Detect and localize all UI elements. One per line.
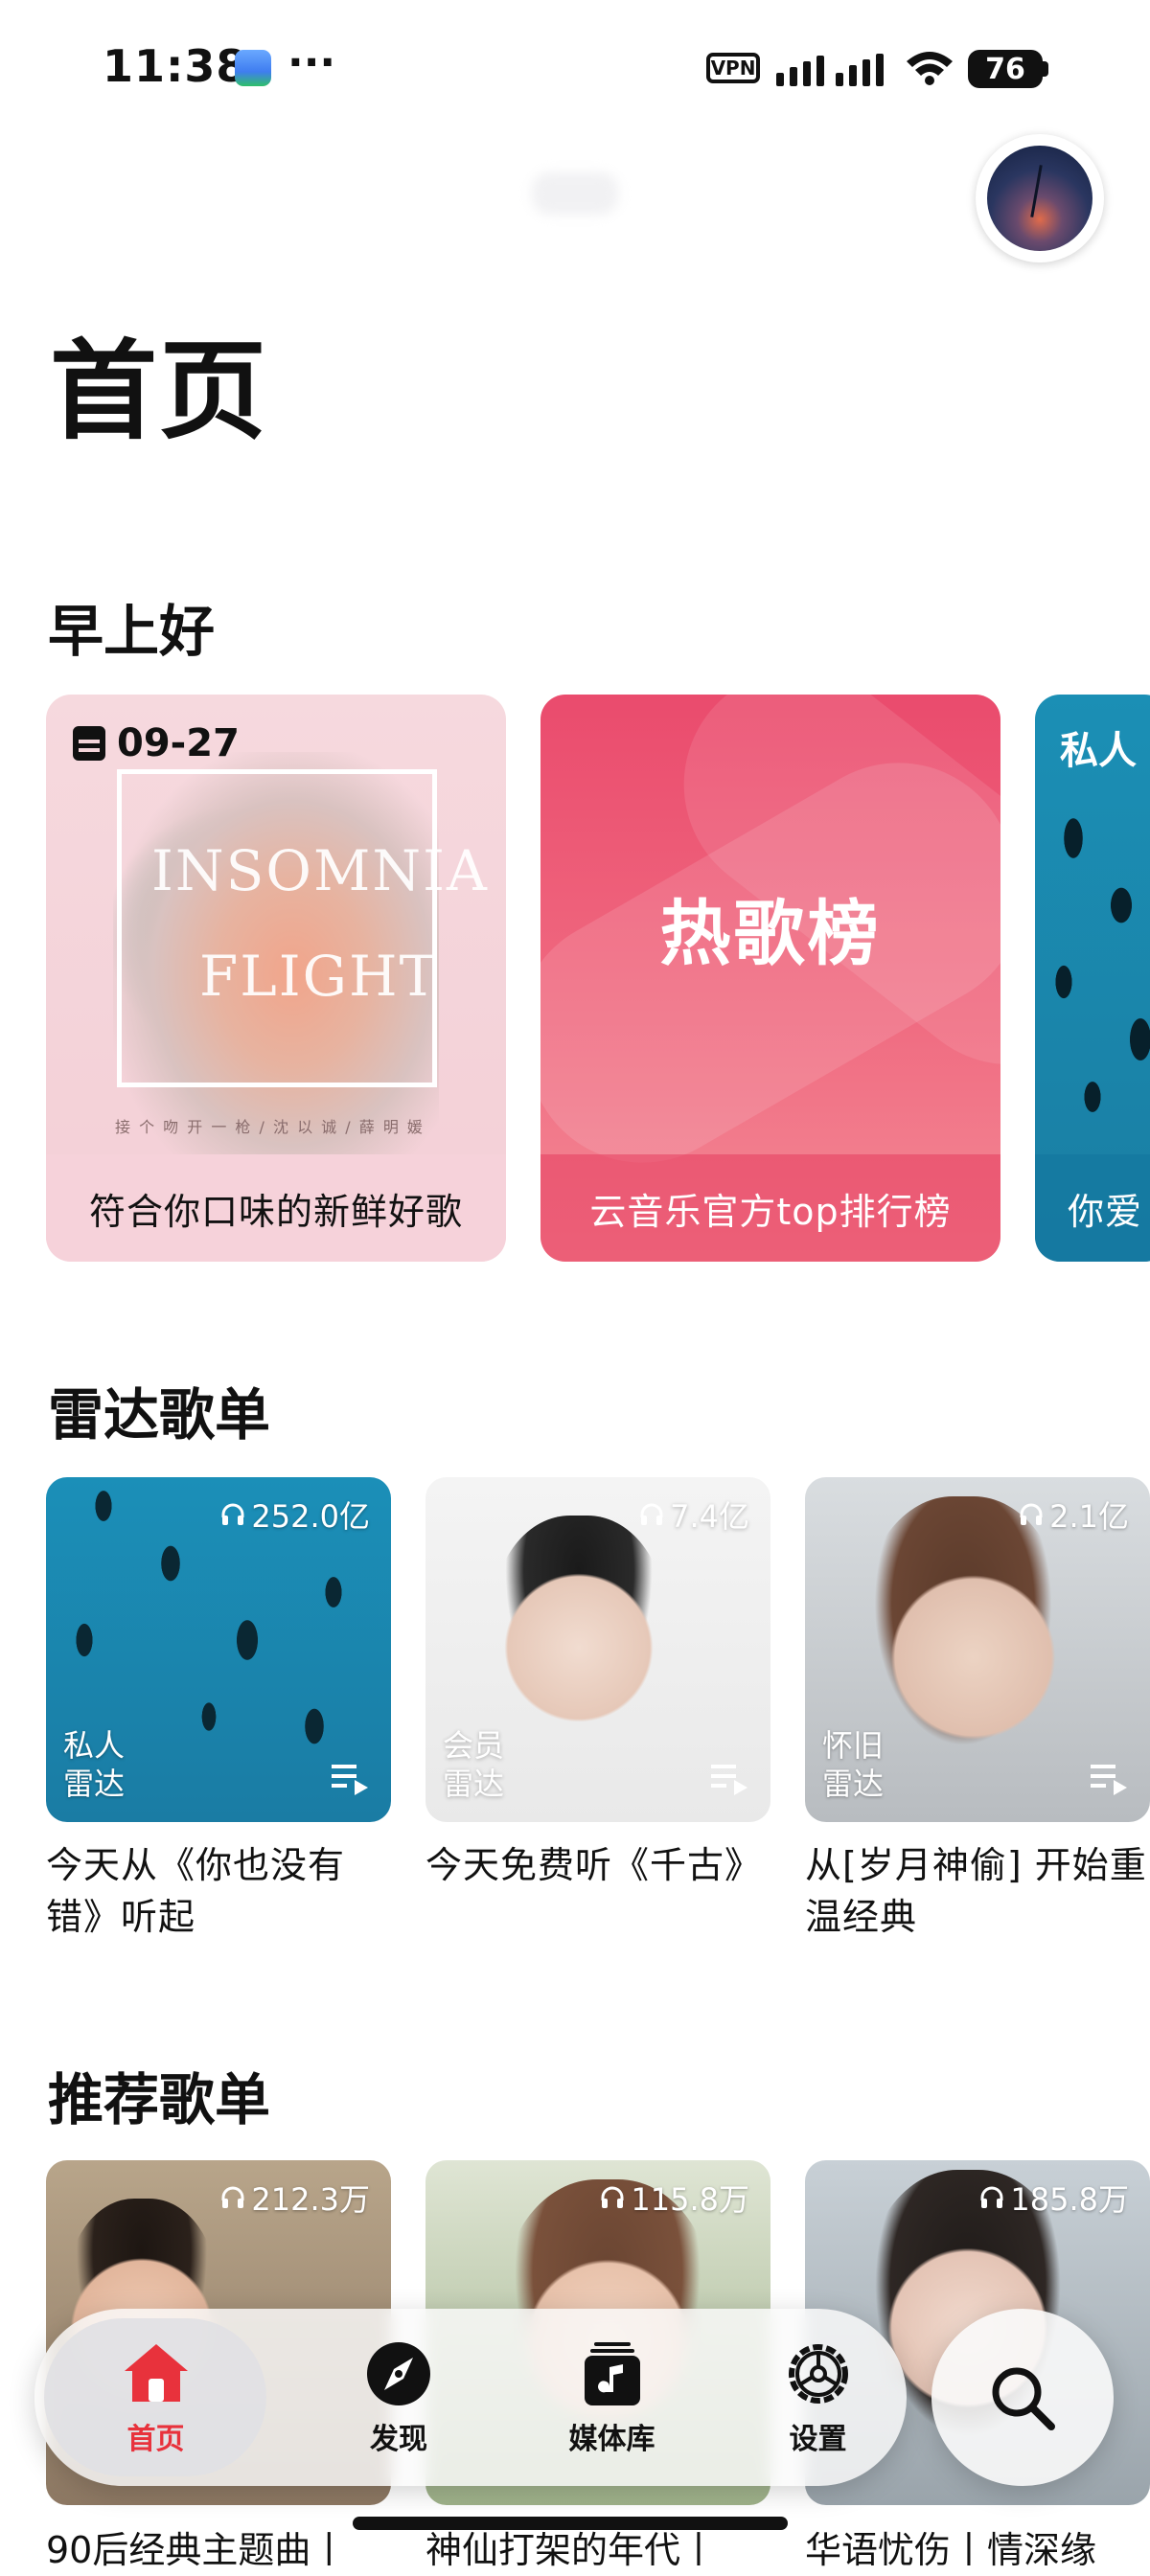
- play-count-text: 252.0亿: [251, 1498, 370, 1535]
- headphones-icon: [640, 1503, 663, 1525]
- greeting-title: 早上好: [48, 599, 216, 664]
- gear-icon: [788, 2343, 848, 2404]
- battery-icon: 76: [968, 50, 1043, 88]
- calendar-icon: [73, 726, 105, 761]
- radar-label: 会员 雷达: [443, 1726, 504, 1803]
- tab-library-label: 媒体库: [568, 2422, 656, 2456]
- play-count-text: 212.3万: [251, 2181, 370, 2218]
- tab-settings-label: 设置: [789, 2422, 847, 2456]
- recommended-caption[interactable]: 华语忧伤丨情深缘: [805, 2524, 1150, 2576]
- radar-playlist-private[interactable]: 252.0亿 私人 雷达: [46, 1477, 391, 1822]
- daily-recommend-card[interactable]: INSOMNIA FLIGHT 接 个 吻 开 一 枪 / 沈 以 诚 / 薛 …: [46, 695, 506, 1262]
- play-count: 185.8万: [979, 2176, 1129, 2220]
- radar-label: 私人 雷达: [63, 1726, 125, 1803]
- tab-library[interactable]: 媒体库: [528, 2309, 696, 2486]
- more-notifications-icon: ···: [288, 38, 336, 87]
- album-art-word: FLIGHT: [199, 944, 439, 1009]
- notification-app-icon: [235, 50, 271, 86]
- compass-icon: [367, 2341, 430, 2405]
- tab-discover[interactable]: 发现: [322, 2309, 475, 2486]
- home-indicator[interactable]: [353, 2517, 788, 2530]
- headphones-icon: [980, 2186, 1003, 2208]
- radar-playlist-nostalgic[interactable]: 2.1亿 怀旧 雷达: [805, 1477, 1150, 1822]
- radar-label: 怀旧 雷达: [822, 1726, 884, 1803]
- card-tag: 私人: [1060, 729, 1137, 773]
- status-time: 11:38: [103, 40, 248, 92]
- play-count: 2.1亿: [1019, 1493, 1129, 1537]
- radar-label-line2: 雷达: [443, 1766, 505, 1802]
- playlist-icon[interactable]: [332, 1763, 370, 1795]
- album-art-credit: 接 个 吻 开 一 枪 / 沈 以 诚 / 薛 明 媛: [115, 1118, 425, 1136]
- tab-settings[interactable]: 设置: [744, 2309, 892, 2486]
- wifi-icon: [907, 52, 953, 85]
- hot-chart-title: 热歌榜: [659, 893, 882, 975]
- header-blurred-title: [532, 172, 618, 215]
- radar-label-line1: 怀旧: [822, 1727, 885, 1764]
- page-title: 首页: [50, 330, 268, 454]
- radar-label-line2: 雷达: [822, 1766, 885, 1802]
- play-count-text: 115.8万: [631, 2181, 749, 2218]
- radar-title: 雷达歌单: [48, 1382, 271, 1448]
- card-caption: 云音乐官方top排行榜: [540, 1154, 1000, 1262]
- tab-discover-label: 发现: [370, 2422, 427, 2456]
- tab-home-label: 首页: [126, 2422, 185, 2456]
- music-library-icon: [584, 2341, 640, 2405]
- hot-chart-card[interactable]: 热歌榜 云音乐官方top排行榜: [540, 695, 1000, 1262]
- radar-caption[interactable]: 今天从《你也没有错》听起: [46, 1839, 391, 1943]
- cover-art: [862, 1496, 1064, 1765]
- headphones-icon: [601, 2186, 624, 2208]
- play-count-text: 2.1亿: [1049, 1498, 1129, 1535]
- home-icon: [124, 2343, 188, 2402]
- radar-label-line1: 私人: [63, 1727, 126, 1764]
- cover-art: [493, 1516, 665, 1736]
- radar-playlist-vip[interactable]: 7.4亿 会员 雷达: [426, 1477, 770, 1822]
- bottom-nav: 首页 发现 媒体库 设置: [34, 2309, 907, 2486]
- play-count: 212.3万: [220, 2176, 370, 2220]
- play-count: 115.8万: [600, 2176, 749, 2220]
- play-count-text: 7.4亿: [670, 1498, 749, 1535]
- signal-icon: [776, 50, 889, 86]
- headphones-icon: [1020, 1503, 1043, 1525]
- play-count: 7.4亿: [639, 1493, 749, 1537]
- album-art-frame: [117, 769, 437, 1087]
- tab-home[interactable]: 首页: [48, 2309, 264, 2486]
- playlist-icon[interactable]: [711, 1763, 749, 1795]
- recommended-caption[interactable]: 90后经典主题曲丨: [46, 2524, 391, 2576]
- avatar[interactable]: [976, 134, 1104, 262]
- radar-label-line1: 会员: [443, 1727, 505, 1764]
- headphones-icon: [221, 1503, 244, 1525]
- date-text: 09-27: [117, 721, 240, 765]
- radar-caption[interactable]: 从[岁月神偷] 开始重温经典: [805, 1839, 1150, 1943]
- playlist-icon[interactable]: [1091, 1763, 1129, 1795]
- vpn-icon: VPN: [706, 53, 760, 83]
- album-art-word: INSOMNIA: [151, 838, 489, 903]
- radar-caption[interactable]: 今天免费听《千古》: [426, 1839, 770, 1891]
- play-count: 252.0亿: [220, 1493, 370, 1537]
- card-caption: 符合你口味的新鲜好歌: [46, 1154, 506, 1262]
- recommended-caption[interactable]: 神仙打架的年代丨: [426, 2524, 770, 2576]
- private-radar-card[interactable]: 私人 你爱: [1035, 695, 1150, 1262]
- headphones-icon: [221, 2186, 244, 2208]
- date-badge: 09-27: [73, 721, 240, 765]
- search-icon: [992, 2367, 1055, 2430]
- battery-tip: [1043, 61, 1048, 77]
- radar-label-line2: 雷达: [63, 1766, 126, 1802]
- play-count-text: 185.8万: [1010, 2181, 1129, 2218]
- card-caption: 你爱: [1035, 1154, 1150, 1262]
- avatar-image: [987, 146, 1092, 251]
- search-button[interactable]: [932, 2309, 1114, 2486]
- recommended-title: 推荐歌单: [48, 2067, 271, 2132]
